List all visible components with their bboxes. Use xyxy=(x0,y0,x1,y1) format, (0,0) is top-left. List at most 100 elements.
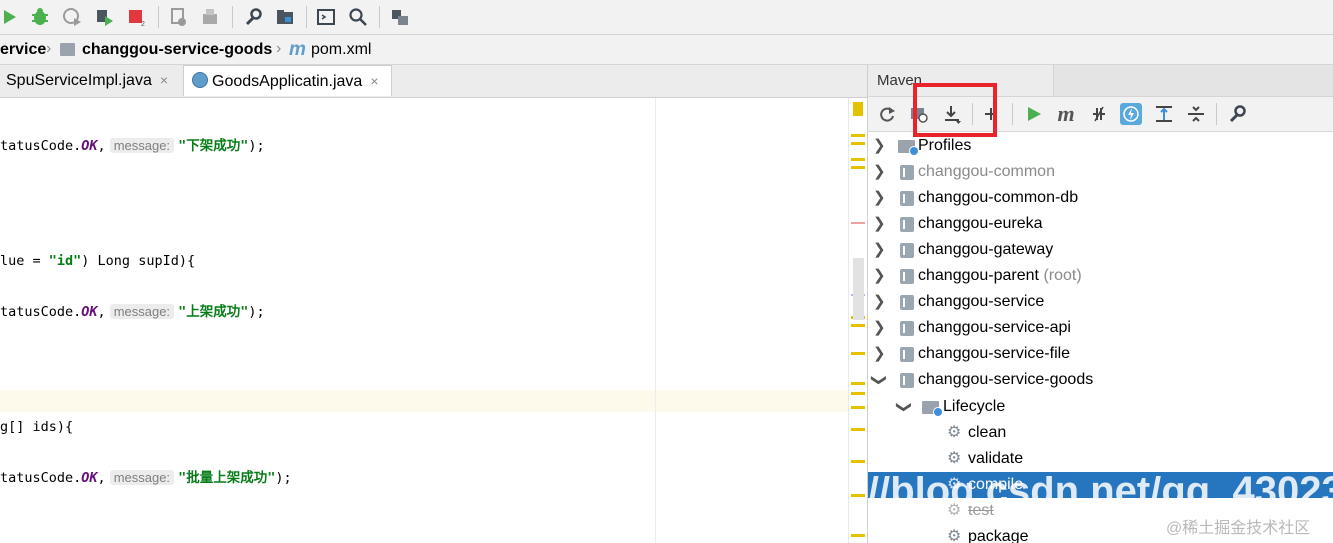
warning-marker[interactable] xyxy=(851,134,865,137)
folder-icon xyxy=(60,43,75,56)
tree-item-module[interactable]: ❯ changgou-eureka xyxy=(868,211,1333,237)
tree-item-module[interactable]: ❯ changgou-common xyxy=(868,159,1333,185)
update-running-icon[interactable] xyxy=(168,7,188,27)
tree-item-goal-validate[interactable]: ⚙ validate xyxy=(868,446,1333,472)
breadcrumb-item-module[interactable]: changgou-service-goods xyxy=(82,41,272,59)
class-icon xyxy=(192,72,208,88)
toolbar-divider xyxy=(379,6,380,28)
gear-icon: ⚙ xyxy=(947,528,962,543)
watermark-url: //blog.csdn.net/qq_430239 xyxy=(868,476,1333,506)
warning-marker[interactable] xyxy=(851,406,865,409)
chevron-down-icon[interactable]: ❯ xyxy=(868,374,891,387)
warning-marker[interactable] xyxy=(851,428,865,431)
error-stripe-gutter[interactable] xyxy=(848,98,867,543)
vcs-icon[interactable] xyxy=(390,7,410,27)
tree-item-module[interactable]: ❯ changgou-gateway xyxy=(868,237,1333,263)
maven-file-icon: m xyxy=(289,39,306,60)
gear-icon: ⚙ xyxy=(947,450,962,467)
warning-marker[interactable] xyxy=(851,166,865,169)
maven-module-icon xyxy=(900,217,914,232)
chevron-right-icon[interactable]: ❯ xyxy=(873,341,886,367)
warning-marker[interactable] xyxy=(851,494,865,497)
tab-goodsapplicatin[interactable]: GoodsApplicatin.java × xyxy=(183,65,392,96)
maven-module-icon xyxy=(900,191,914,206)
toolbar-divider xyxy=(306,6,307,28)
search-icon[interactable] xyxy=(348,7,368,27)
warning-marker[interactable] xyxy=(851,352,865,355)
code-line: tatusCode.OK, message: "上架成功"); xyxy=(0,304,265,320)
close-icon[interactable]: × xyxy=(370,73,378,89)
show-dependencies-icon[interactable] xyxy=(1153,103,1175,125)
tree-item-module-expanded[interactable]: ❯ changgou-service-goods xyxy=(868,367,1333,393)
terminal-icon[interactable] xyxy=(316,7,336,27)
tree-item-module[interactable]: ❯ changgou-service-api xyxy=(868,315,1333,341)
right-margin-guide xyxy=(655,98,656,543)
gear-icon: ⚙ xyxy=(947,424,962,441)
chevron-right-icon[interactable]: ❯ xyxy=(873,211,886,237)
chevron-right-icon[interactable]: ❯ xyxy=(873,289,886,315)
root-badge: (root) xyxy=(1043,267,1082,284)
toolbar-divider xyxy=(1012,103,1013,125)
chevron-right-icon[interactable]: ❯ xyxy=(873,263,886,289)
project-structure-icon[interactable] xyxy=(275,7,295,27)
maven-header-strip xyxy=(1053,65,1333,96)
editor-tabs: SpuServiceImpl.java × GoodsApplicatin.jav… xyxy=(0,65,867,98)
build-artifacts-icon[interactable] xyxy=(200,7,220,27)
stop-icon[interactable]: 2 xyxy=(126,7,146,27)
tab-label: SpuServiceImpl.java xyxy=(6,72,152,89)
warning-marker[interactable] xyxy=(851,534,865,537)
tree-item-module[interactable]: ❯ changgou-service-file xyxy=(868,341,1333,367)
chevron-right-icon[interactable]: ❯ xyxy=(873,185,886,211)
current-line-highlight xyxy=(0,390,848,412)
tree-item-lifecycle[interactable]: ❯ Lifecycle xyxy=(868,394,1333,420)
run-icon[interactable] xyxy=(0,7,20,27)
code-line-partial: , , , , , xyxy=(0,92,74,100)
profile-icon[interactable] xyxy=(94,7,114,27)
warning-marker[interactable] xyxy=(851,142,865,145)
maven-module-icon xyxy=(900,165,914,180)
tree-item-module[interactable]: ❯ changgou-parent (root) xyxy=(868,263,1333,289)
warning-marker[interactable] xyxy=(851,382,865,385)
reimport-icon[interactable] xyxy=(876,103,898,125)
maven-module-icon xyxy=(900,321,914,336)
breadcrumb-item-pom[interactable]: pom.xml xyxy=(311,41,371,59)
warning-marker[interactable] xyxy=(851,392,865,395)
warning-marker[interactable] xyxy=(853,102,863,116)
chevron-right-icon[interactable]: ❯ xyxy=(873,133,886,159)
editor-scrollbar-thumb[interactable] xyxy=(853,258,864,320)
tree-item-module[interactable]: ❯ changgou-common-db xyxy=(868,185,1333,211)
wrench-icon[interactable] xyxy=(243,7,263,27)
warning-marker[interactable] xyxy=(851,324,865,327)
chevron-down-icon[interactable]: ❯ xyxy=(890,401,916,414)
main-toolbar: 2 xyxy=(0,0,1333,35)
tab-label: GoodsApplicatin.java xyxy=(212,73,363,90)
breadcrumb-item-service[interactable]: ervice xyxy=(0,41,46,59)
toolbar-divider xyxy=(1216,103,1217,125)
close-icon[interactable]: × xyxy=(160,72,168,88)
error-marker[interactable] xyxy=(851,222,865,224)
tree-item-goal-clean[interactable]: ⚙ clean xyxy=(868,420,1333,446)
code-line: lue = "id") Long supId){ xyxy=(0,253,196,269)
parameter-hint: message: xyxy=(109,138,175,153)
execute-maven-goal-icon[interactable]: m xyxy=(1055,101,1077,126)
collapse-all-icon[interactable] xyxy=(1185,103,1207,125)
chevron-right-icon[interactable]: ❯ xyxy=(873,159,886,185)
warning-marker[interactable] xyxy=(851,158,865,161)
chevron-right-icon[interactable]: ❯ xyxy=(873,237,886,263)
maven-settings-icon[interactable] xyxy=(1226,103,1248,125)
svg-text:2: 2 xyxy=(141,21,145,27)
run-coverage-icon[interactable] xyxy=(62,7,82,27)
breadcrumb: ervice › changgou-service-goods › m pom.… xyxy=(0,35,1333,65)
code-line: g[] ids){ xyxy=(0,419,74,435)
skip-tests-icon[interactable] xyxy=(1120,103,1142,125)
chevron-right-icon[interactable]: ❯ xyxy=(873,315,886,341)
tree-item-module[interactable]: ❯ changgou-service xyxy=(868,289,1333,315)
maven-module-icon xyxy=(900,373,914,388)
debug-icon[interactable] xyxy=(30,7,50,27)
warning-marker[interactable] xyxy=(851,460,865,463)
run-maven-build-icon[interactable] xyxy=(1023,103,1045,125)
chevron-right-icon: › xyxy=(46,40,52,57)
parameter-hint: message: xyxy=(109,304,175,319)
maven-module-icon xyxy=(900,269,914,284)
toggle-offline-icon[interactable] xyxy=(1088,103,1110,125)
